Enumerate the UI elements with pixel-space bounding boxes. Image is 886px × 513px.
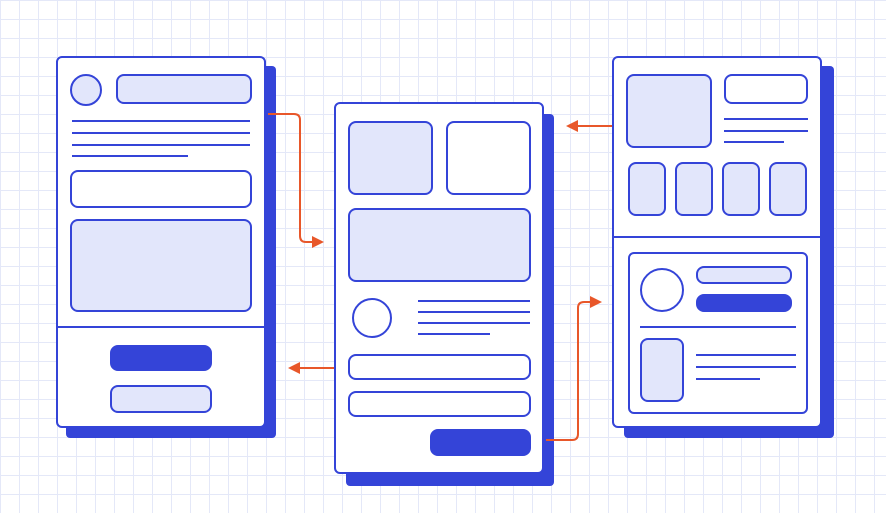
section-divider: [58, 326, 264, 328]
avatar-placeholder: [70, 74, 102, 106]
primary-button-placeholder: [430, 429, 531, 456]
primary-button-placeholder: [110, 345, 212, 371]
thumbnail-placeholder: [769, 162, 807, 216]
text-line: [696, 354, 796, 356]
text-line: [72, 144, 250, 146]
text-line: [72, 132, 250, 134]
arrow-left-icon: [288, 362, 300, 374]
text-line: [418, 311, 530, 313]
right-screen-card: [612, 56, 822, 428]
text-line: [640, 326, 796, 328]
input-field-placeholder: [348, 391, 531, 417]
text-line: [696, 366, 796, 368]
text-line: [724, 118, 808, 120]
primary-button-placeholder: [696, 294, 792, 312]
image-placeholder: [348, 121, 433, 195]
input-field-placeholder: [70, 170, 252, 208]
arrow-left-icon: [566, 120, 578, 132]
arrow-right-icon: [590, 296, 602, 308]
title-bar-placeholder: [724, 74, 808, 104]
input-field-placeholder: [348, 354, 531, 380]
thumbnail-placeholder: [628, 162, 666, 216]
thumbnail-placeholder: [722, 162, 760, 216]
text-line: [724, 141, 784, 143]
text-line: [418, 300, 530, 302]
avatar-placeholder: [352, 298, 392, 338]
name-bar-placeholder: [696, 266, 792, 284]
text-line: [724, 130, 808, 132]
text-line: [418, 333, 490, 335]
text-line: [72, 120, 250, 122]
image-placeholder: [626, 74, 712, 148]
banner-placeholder: [348, 208, 531, 282]
left-screen-card: [56, 56, 266, 428]
text-line: [418, 322, 530, 324]
text-line: [696, 378, 760, 380]
middle-screen-card: [334, 102, 544, 474]
arrow-right-icon: [312, 236, 324, 248]
image-placeholder: [446, 121, 531, 195]
secondary-button-placeholder: [110, 385, 212, 413]
thumbnail-placeholder: [675, 162, 713, 216]
image-placeholder: [70, 219, 252, 312]
wireframe-flow-diagram: [0, 0, 886, 513]
section-divider: [614, 236, 820, 238]
profile-card-placeholder: [628, 252, 808, 414]
image-placeholder: [640, 338, 684, 402]
text-line: [72, 155, 188, 157]
title-bar-placeholder: [116, 74, 252, 104]
avatar-placeholder: [640, 268, 684, 312]
